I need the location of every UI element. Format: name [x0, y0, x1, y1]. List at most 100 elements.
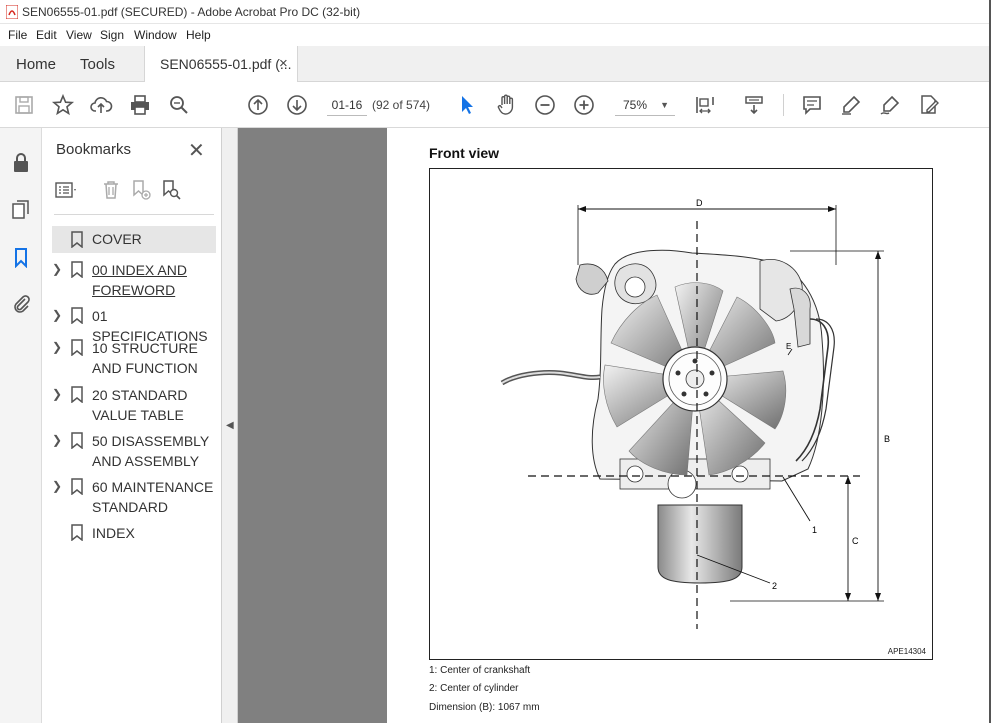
previous-page-icon[interactable]: [246, 93, 270, 117]
chevron-down-icon: ▼: [660, 100, 669, 110]
document-tab-label: SEN06555-01.pdf (...: [160, 56, 292, 72]
bookmark-item-cover[interactable]: COVER: [52, 226, 216, 253]
navigation-rail: [0, 128, 42, 723]
zoom-level-value: 75%: [623, 98, 648, 112]
panel-divider: [54, 214, 214, 215]
bookmark-label: 10 STRUCTURE AND FUNCTION: [92, 340, 198, 376]
attachment-paperclip-icon[interactable]: [10, 292, 32, 314]
page-count: (92 of 574): [372, 98, 431, 112]
pdf-page: Front view D B C E 1 2 APE14304 1: Cente…: [387, 128, 991, 723]
bookmark-label: INDEX: [92, 525, 135, 541]
bookmark-item-disassembly-assembly[interactable]: ❯ 50 DISASSEMBLY AND ASSEMBLY: [52, 431, 216, 473]
page-number-input[interactable]: 01-16: [327, 94, 367, 116]
document-viewer[interactable]: Front view D B C E 1 2 APE14304 1: Cente…: [238, 128, 991, 723]
bookmarks-panel-title: Bookmarks: [56, 141, 132, 158]
find-bookmark-icon[interactable]: [159, 178, 183, 202]
hand-tool-icon[interactable]: [494, 93, 518, 117]
dimension-label-c: C: [852, 536, 859, 546]
close-tab-icon[interactable]: ×: [279, 55, 288, 72]
tab-home[interactable]: Home: [16, 56, 56, 73]
tab-bar: Home Tools SEN06555-01.pdf (... ×: [0, 46, 991, 82]
caption-crankshaft: 1: Center of crankshaft: [429, 665, 531, 676]
bookmark-panel-icon[interactable]: [10, 246, 32, 268]
window-title: SEN06555-01.pdf (SECURED) - Adobe Acroba…: [22, 5, 361, 19]
new-bookmark-icon[interactable]: [129, 178, 153, 202]
save-icon[interactable]: [12, 93, 36, 117]
menu-view[interactable]: View: [66, 28, 92, 42]
bookmark-icon: [71, 339, 83, 356]
bookmark-icon: [71, 524, 83, 541]
collapse-left-icon: ◀: [226, 420, 234, 431]
callout-1: 1: [812, 525, 817, 535]
tab-document[interactable]: SEN06555-01.pdf (... ×: [144, 46, 298, 82]
dimension-label-b: B: [884, 434, 890, 444]
bookmark-item-specifications[interactable]: ❯ 01 SPECIFICATIONS: [52, 306, 216, 344]
fit-page-icon[interactable]: [693, 93, 717, 117]
bookmark-icon: [71, 261, 83, 278]
pages-thumbnails-icon[interactable]: [10, 199, 32, 221]
sign-pen-icon[interactable]: [878, 93, 902, 117]
bookmark-item-standard-value-table[interactable]: ❯ 20 STANDARD VALUE TABLE: [52, 385, 216, 427]
star-icon[interactable]: [51, 93, 75, 117]
bookmark-label: 20 STANDARD VALUE TABLE: [92, 387, 188, 423]
zoom-level-select[interactable]: 75% ▼: [615, 94, 675, 116]
zoom-out-icon[interactable]: [533, 93, 557, 117]
cloud-upload-icon[interactable]: [89, 93, 113, 117]
bookmark-options-icon[interactable]: [54, 178, 78, 202]
comment-icon[interactable]: [800, 93, 824, 117]
lock-icon[interactable]: [10, 152, 32, 174]
bookmark-item-maintenance-standard[interactable]: ❯ 60 MAINTENANCE STANDARD: [52, 477, 216, 519]
fill-sign-icon[interactable]: [917, 93, 941, 117]
dimension-label-e: E: [786, 342, 791, 351]
tab-tools[interactable]: Tools: [80, 56, 115, 73]
expand-chevron-icon[interactable]: ❯: [52, 433, 62, 447]
bookmark-item-index[interactable]: INDEX: [52, 523, 216, 545]
caption-cylinder: 2: Center of cylinder: [429, 683, 519, 694]
bookmark-item-structure-function[interactable]: ❯ 10 STRUCTURE AND FUNCTION: [52, 338, 216, 380]
scroll-mode-icon[interactable]: [742, 93, 766, 117]
expand-chevron-icon[interactable]: ❯: [52, 387, 62, 401]
callout-2: 2: [772, 581, 777, 591]
menu-bar: File Edit View Sign Window Help: [0, 24, 991, 46]
expand-chevron-icon[interactable]: ❯: [52, 262, 62, 276]
delete-bookmark-icon[interactable]: [99, 178, 123, 202]
menu-edit[interactable]: Edit: [36, 28, 57, 42]
select-cursor-icon[interactable]: [455, 93, 479, 117]
dimension-label-d: D: [696, 198, 703, 208]
engine-figure: D B C E 1 2 APE14304: [429, 168, 933, 660]
bookmark-label: 50 DISASSEMBLY AND ASSEMBLY: [92, 433, 209, 469]
toolbar-separator: [783, 94, 784, 116]
expand-chevron-icon[interactable]: ❯: [52, 340, 62, 354]
menu-help[interactable]: Help: [186, 28, 211, 42]
bookmark-label: COVER: [92, 231, 142, 247]
bookmark-label: 00 INDEX AND FOREWORD: [92, 262, 187, 298]
page-heading: Front view: [429, 145, 500, 161]
bookmark-icon: [71, 432, 83, 449]
search-zoom-icon[interactable]: [167, 93, 191, 117]
bookmarks-toolbar: [54, 178, 214, 206]
bookmark-icon: [71, 307, 83, 324]
title-bar: SEN06555-01.pdf (SECURED) - Adobe Acroba…: [0, 0, 991, 24]
bookmark-label: 60 MAINTENANCE STANDARD: [92, 479, 214, 515]
close-panel-icon[interactable]: ✕: [188, 138, 205, 163]
bookmark-icon: [71, 386, 83, 403]
bookmarks-panel: Bookmarks ✕ COVER ❯ 00 INDEX AND FOREWOR: [42, 128, 222, 723]
next-page-icon[interactable]: [285, 93, 309, 117]
caption-dimension-b: Dimension (B): 1067 mm: [429, 702, 540, 713]
menu-window[interactable]: Window: [134, 28, 177, 42]
main-toolbar: 01-16 (92 of 574) 75% ▼: [0, 82, 991, 128]
bookmark-item-index-foreword[interactable]: ❯ 00 INDEX AND FOREWORD: [52, 260, 216, 302]
print-icon[interactable]: [128, 93, 152, 117]
expand-chevron-icon[interactable]: ❯: [52, 308, 62, 322]
highlight-pen-icon[interactable]: [839, 93, 863, 117]
menu-file[interactable]: File: [8, 28, 27, 42]
menu-sign[interactable]: Sign: [100, 28, 124, 42]
expand-chevron-icon[interactable]: ❯: [52, 479, 62, 493]
bookmark-icon: [71, 231, 83, 248]
acrobat-app-icon: [6, 5, 18, 19]
panel-collapse-handle[interactable]: ◀: [222, 128, 238, 723]
bookmark-icon: [71, 478, 83, 495]
figure-code: APE14304: [887, 647, 926, 656]
zoom-in-icon[interactable]: [572, 93, 596, 117]
engine-front-view-drawing: D B C E 1 2: [500, 198, 890, 629]
